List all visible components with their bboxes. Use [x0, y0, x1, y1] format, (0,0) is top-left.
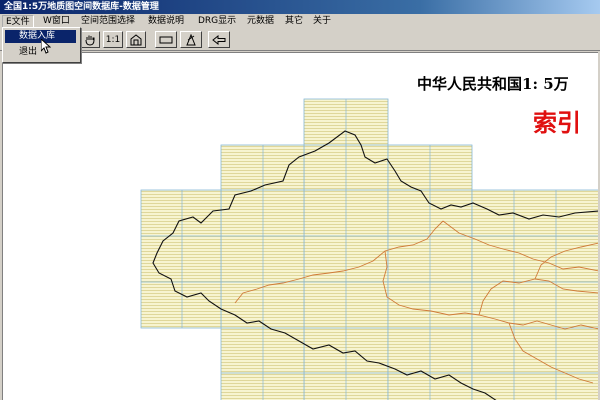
menubar: E文件 W窗口 空间范围选择 数据说明 DRG显示 元数据 其它 关于	[0, 14, 600, 30]
pan-hand-icon	[84, 34, 96, 46]
full-extent-icon	[130, 33, 142, 46]
menu-spatial-range[interactable]: 空间范围选择	[78, 15, 138, 28]
toolbar: 1:1	[0, 29, 600, 51]
polygon-select-icon	[185, 33, 197, 46]
map-subtitle: 索引	[533, 109, 581, 137]
polygon-select-button[interactable]	[180, 31, 202, 48]
back-arrow-icon	[212, 34, 226, 45]
rectangle-select-button[interactable]	[155, 31, 177, 48]
menu-about[interactable]: 关于	[310, 15, 334, 28]
pan-button[interactable]	[80, 31, 100, 48]
mouse-cursor-icon	[40, 37, 52, 57]
menu-data-description[interactable]: 数据说明	[145, 15, 187, 28]
map-title: 中华人民共和国1: 5万	[417, 75, 569, 93]
zoom-reset-button[interactable]: 1:1	[103, 31, 123, 48]
rectangle-select-icon	[159, 35, 173, 45]
menu-other[interactable]: 其它	[282, 15, 306, 28]
back-button[interactable]	[208, 31, 230, 48]
full-extent-button[interactable]	[126, 31, 146, 48]
index-map	[140, 98, 598, 400]
zoom-reset-icon: 1:1	[105, 34, 121, 45]
map-canvas[interactable]: 中华人民共和国1: 5万 索引	[2, 52, 598, 400]
menu-metadata[interactable]: 元数据	[244, 15, 277, 28]
menu-drg-display[interactable]: DRG显示	[195, 15, 239, 28]
window-title: 全国1:5万地质图空间数据库-数据管理	[0, 0, 600, 14]
